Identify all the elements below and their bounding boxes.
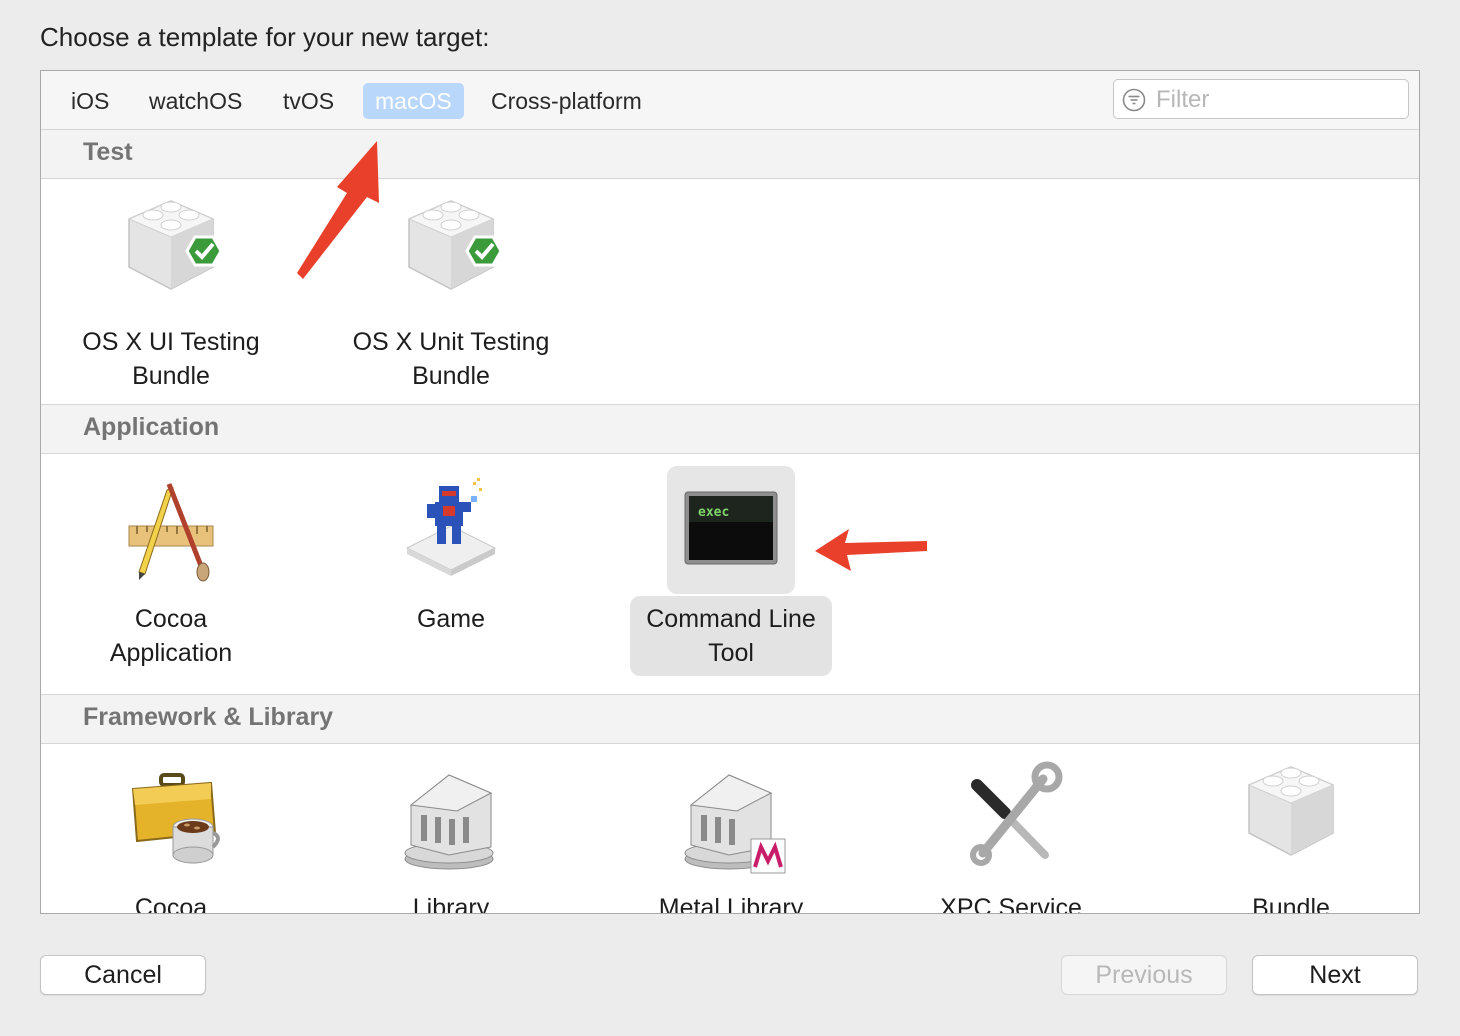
template-label: Command Line Tool — [630, 596, 832, 676]
template-label: OS X Unit Testing Bundle — [352, 328, 550, 390]
template-command-line-tool[interactable]: exec Command Line Tool — [611, 466, 851, 676]
tab-watchos[interactable]: watchOS — [137, 83, 254, 119]
toolbox-icon — [107, 755, 235, 883]
tab-cross-platform[interactable]: Cross-platform — [479, 83, 654, 119]
template-cocoa-application[interactable]: Cocoa Application — [51, 466, 291, 676]
test-bundle-icon — [107, 189, 235, 317]
svg-text:exec: exec — [698, 505, 729, 520]
template-cocoa-framework[interactable]: Cocoa — [51, 755, 291, 914]
section-title: Application — [83, 413, 220, 441]
tab-macos[interactable]: macOS — [363, 83, 464, 119]
template-os-x-ui-testing-bundle[interactable]: OS X UI Testing Bundle — [51, 189, 291, 399]
tab-ios[interactable]: iOS — [59, 83, 121, 119]
template-game[interactable]: Game — [331, 466, 571, 642]
cocoa-app-icon — [107, 466, 235, 594]
template-label: Game — [416, 605, 486, 633]
template-xpc-service[interactable]: XPC Service — [891, 755, 1131, 914]
template-label: Metal Library — [658, 894, 804, 914]
library-icon — [387, 755, 515, 883]
previous-button[interactable]: Previous — [1061, 955, 1227, 995]
template-metal-library[interactable]: Metal Library — [611, 755, 851, 914]
template-label: Cocoa Application — [109, 605, 233, 667]
template-bundle[interactable]: Bundle — [1171, 755, 1411, 914]
filter-icon — [1122, 88, 1146, 112]
terminal-icon: exec — [667, 466, 795, 594]
dialog-title: Choose a template for your new target: — [40, 22, 490, 52]
section-title: Framework & Library — [83, 703, 334, 731]
filter-input[interactable] — [1154, 84, 1398, 116]
template-label: Bundle — [1252, 894, 1330, 914]
section-title: Test — [83, 138, 133, 166]
section-header-application: Application — [41, 404, 1419, 454]
test-bundle-icon — [387, 189, 515, 317]
platform-tab-bar: iOS watchOS tvOS macOS Cross-platform — [41, 71, 1419, 130]
template-label: Library — [412, 894, 490, 914]
game-icon — [387, 466, 515, 594]
cancel-button[interactable]: Cancel — [40, 955, 206, 995]
template-label: XPC Service — [940, 894, 1082, 914]
section-header-test: Test — [41, 129, 1419, 179]
tools-icon — [947, 755, 1075, 883]
metal-library-icon — [667, 755, 795, 883]
template-label: OS X UI Testing Bundle — [82, 328, 260, 390]
section-header-framework-library: Framework & Library — [41, 694, 1419, 744]
template-label: Cocoa — [134, 894, 208, 914]
bundle-icon — [1227, 755, 1355, 883]
filter-field[interactable] — [1113, 79, 1409, 119]
template-library[interactable]: Library — [331, 755, 571, 914]
template-os-x-unit-testing-bundle[interactable]: OS X Unit Testing Bundle — [331, 189, 571, 399]
tab-tvos[interactable]: tvOS — [271, 83, 346, 119]
template-panel: iOS watchOS tvOS macOS Cross-platform Te… — [40, 70, 1420, 914]
next-button[interactable]: Next — [1252, 955, 1418, 995]
